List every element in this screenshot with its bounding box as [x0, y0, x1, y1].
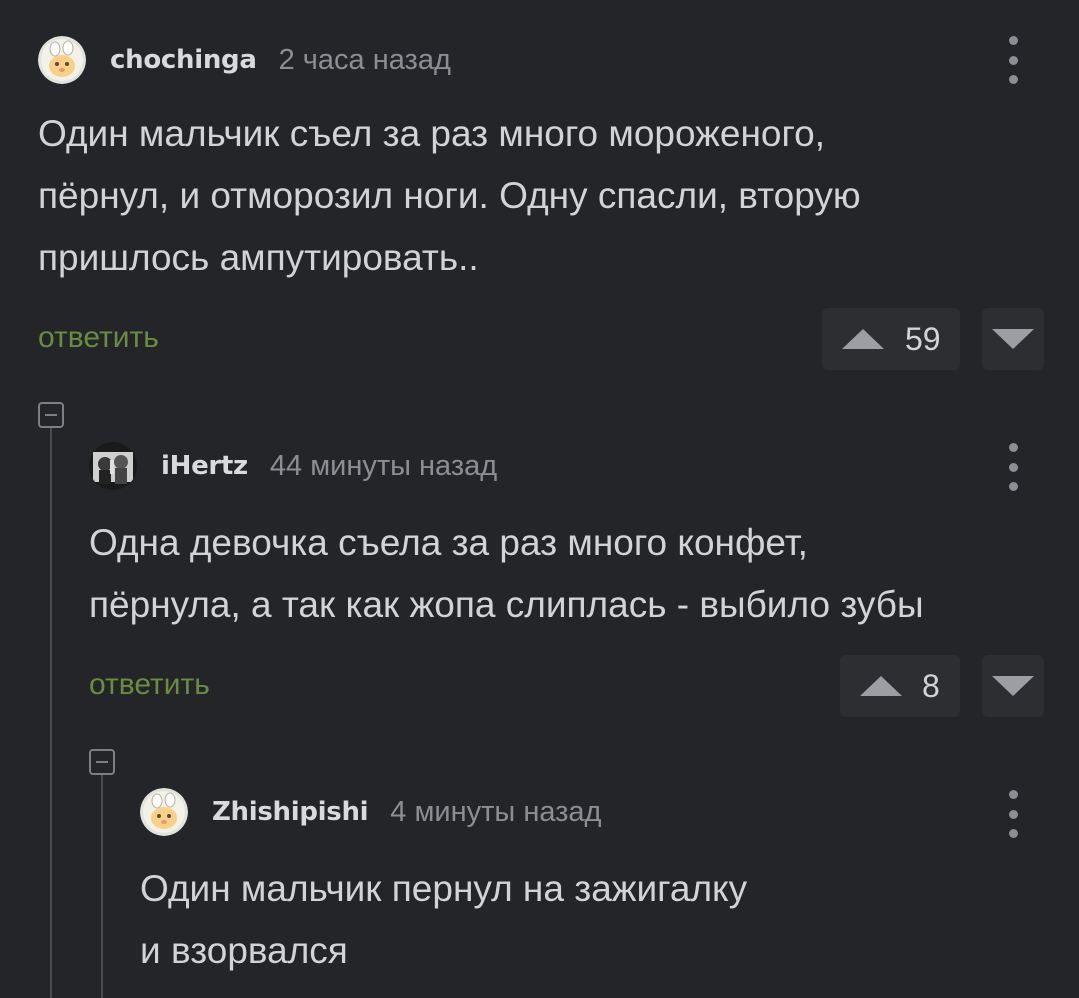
reply-link[interactable]: ответить [89, 668, 210, 702]
comment-header: chochinga 2 часа назад [38, 34, 451, 86]
vote-score: 59 [905, 320, 941, 357]
comment-time: 4 минуты назад [390, 795, 602, 828]
downvote-arrow-icon [992, 329, 1034, 349]
photo-avatar-icon[interactable] [89, 442, 137, 490]
downvote-button[interactable] [982, 655, 1044, 717]
downvote-button[interactable] [982, 308, 1044, 370]
upvote-button[interactable]: 59 [822, 308, 960, 370]
vote-score: 8 [922, 667, 940, 704]
comment-header: iHertz 44 минуты назад [89, 440, 497, 492]
upvote-button[interactable]: 8 [840, 655, 960, 717]
upvote-arrow-icon [860, 676, 902, 696]
comments-page: chochinga 2 часа назад Один мальчик съел… [0, 0, 1079, 998]
collapse-thread-button[interactable] [38, 402, 64, 428]
username[interactable]: Zhishipishi [212, 797, 369, 827]
reply-link[interactable]: ответить [38, 321, 159, 355]
more-options-icon[interactable] [1003, 443, 1023, 491]
bunny-avatar-icon[interactable] [38, 36, 86, 84]
comment-text: Одна девочка съела за раз много конфет, … [89, 522, 924, 625]
more-options-icon[interactable] [1003, 36, 1023, 84]
comment-text: Один мальчик пернул на зажигалку и взорв… [140, 868, 748, 971]
bunny-avatar-icon[interactable] [140, 788, 188, 836]
comment-time: 44 минуты назад [269, 449, 498, 482]
comment-time: 2 часа назад [278, 43, 451, 76]
more-options-icon[interactable] [1003, 790, 1023, 838]
comment-header: Zhishipishi 4 минуты назад [140, 786, 601, 838]
collapse-thread-button[interactable] [89, 749, 115, 775]
thread-line[interactable] [50, 428, 52, 998]
downvote-arrow-icon [992, 676, 1034, 696]
upvote-arrow-icon [842, 329, 884, 349]
username[interactable]: iHertz [161, 451, 248, 481]
thread-line[interactable] [101, 775, 103, 998]
comment-text: Один мальчик съел за раз много мороженог… [38, 113, 861, 278]
username[interactable]: chochinga [110, 45, 257, 75]
